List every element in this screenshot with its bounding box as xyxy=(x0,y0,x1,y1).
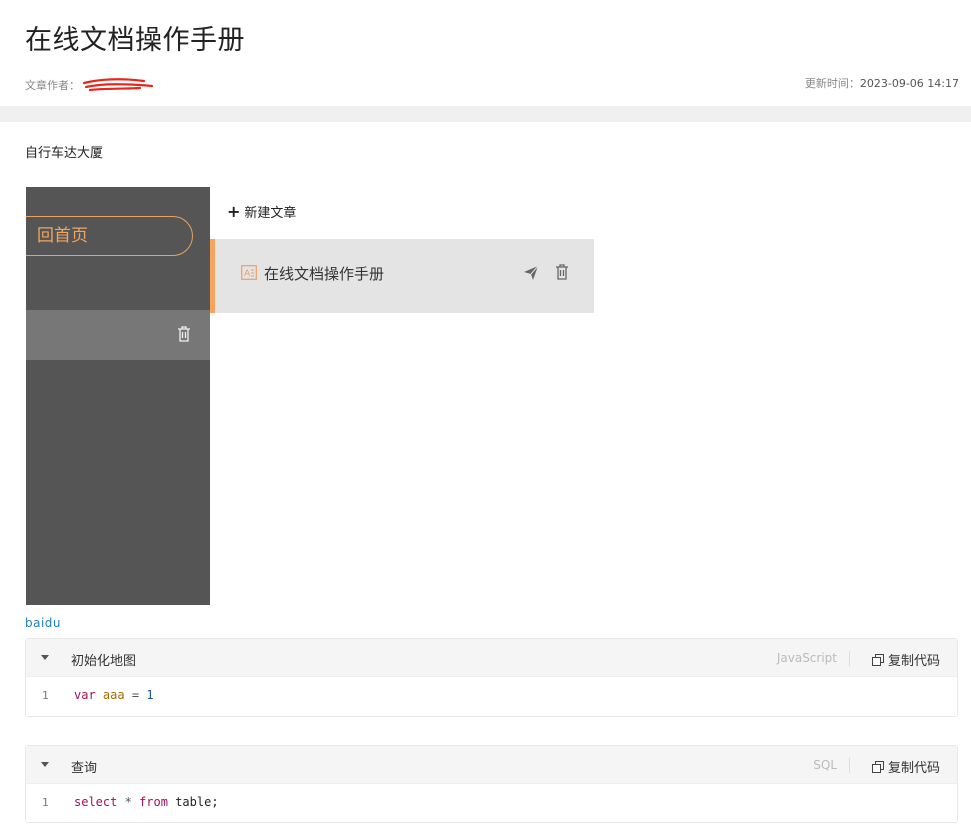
document-list: + 新建文章 A 在线文档操作手册 xyxy=(210,187,594,605)
code-block: 查询 SQL 复制代码 1 select * from table; xyxy=(25,745,958,823)
code-block-title: 查询 xyxy=(71,761,98,776)
new-article-label: 新建文章 xyxy=(244,206,297,221)
code-block-title: 初始化地图 xyxy=(71,654,137,669)
copy-code-label: 复制代码 xyxy=(887,654,940,669)
baidu-link[interactable]: baidu xyxy=(25,616,61,630)
updated-label: 更新时间： xyxy=(804,77,860,90)
code-line: select * from table; xyxy=(74,795,219,809)
copy-code-button[interactable]: 复制代码 xyxy=(871,650,940,669)
redacted-author-scribble xyxy=(82,78,154,92)
line-number: 1 xyxy=(42,689,49,702)
svg-text:A: A xyxy=(244,269,251,279)
author-meta: 文章作者： xyxy=(25,75,154,95)
article-paragraph: 自行车达大厦 xyxy=(25,146,104,161)
code-identifier: table; xyxy=(175,795,219,809)
caret-down-icon[interactable] xyxy=(41,762,49,767)
copy-icon xyxy=(871,760,884,773)
code-language: JavaScript xyxy=(776,651,837,665)
caret-down-icon[interactable] xyxy=(41,655,49,660)
code-keyword: from xyxy=(139,795,168,809)
copy-icon xyxy=(871,653,884,666)
updated-value: 2023-09-06 14:17 xyxy=(859,77,959,90)
document-title: 在线文档操作手册 xyxy=(264,265,385,283)
new-article-button[interactable]: + 新建文章 xyxy=(227,202,296,221)
author-label: 文章作者： xyxy=(25,79,80,92)
page-title: 在线文档操作手册 xyxy=(25,25,245,56)
header-divider xyxy=(849,651,850,666)
sidebar-row[interactable] xyxy=(26,310,210,360)
code-language: SQL xyxy=(813,758,837,772)
document-icon: A xyxy=(241,265,257,280)
screenshot-sidebar: 回首页 xyxy=(26,187,210,605)
code-block-header: 初始化地图 JavaScript 复制代码 xyxy=(26,639,957,677)
code-operator: = xyxy=(131,688,140,702)
updated-meta: 更新时间：2023-09-06 14:17 xyxy=(805,75,959,91)
code-body: 1 select * from table; xyxy=(26,784,957,822)
copy-code-button[interactable]: 复制代码 xyxy=(871,757,940,776)
document-row[interactable]: A 在线文档操作手册 xyxy=(210,239,594,313)
copy-code-label: 复制代码 xyxy=(887,761,940,776)
code-keyword: var xyxy=(74,688,96,702)
code-block-header: 查询 SQL 复制代码 xyxy=(26,746,957,784)
plus-icon: + xyxy=(227,201,241,221)
trash-icon[interactable] xyxy=(177,326,191,342)
code-keyword: select xyxy=(74,795,118,809)
article-header: 在线文档操作手册 文章作者： 更新时间：2023-09-06 14:17 xyxy=(0,0,971,106)
trash-icon[interactable] xyxy=(555,264,569,280)
code-number: 1 xyxy=(146,688,154,702)
code-operator: * xyxy=(124,795,132,809)
send-icon[interactable] xyxy=(523,265,539,281)
home-button[interactable]: 回首页 xyxy=(26,216,193,256)
code-block: 初始化地图 JavaScript 复制代码 1 var aaa = 1 xyxy=(25,638,958,717)
section-divider xyxy=(0,106,971,122)
code-line: var aaa = 1 xyxy=(74,688,154,702)
embedded-screenshot: 回首页 + 新建文章 A 在线文档操作手册 xyxy=(26,187,594,605)
line-number: 1 xyxy=(42,796,49,809)
code-variable: aaa xyxy=(102,688,125,702)
header-divider xyxy=(849,758,850,773)
code-body: 1 var aaa = 1 xyxy=(26,677,957,715)
